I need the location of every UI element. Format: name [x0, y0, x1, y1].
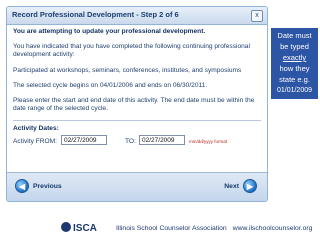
next-button[interactable]: Next ▶: [224, 179, 257, 193]
instruction-text: Please enter the start and end date of t…: [13, 97, 255, 113]
dialog-titlebar: Record Professional Development - Step 2…: [7, 7, 267, 25]
cycle-text: The selected cycle begins on 04/01/2006 …: [13, 81, 208, 89]
org-url[interactable]: www.ilschoolcounselor.org: [233, 225, 313, 232]
activity-dates-heading: Activity Dates:: [13, 125, 59, 133]
warning-text: You are attempting to update your profes…: [13, 28, 206, 35]
arrow-left-icon: ◀: [15, 179, 29, 193]
nav-bar: ◀ Previous Next ▶: [7, 172, 267, 201]
date-format-note: Date must be typed exactly how they stat…: [271, 28, 318, 99]
intro-text: You have indicated that you have complet…: [13, 43, 250, 59]
divider: [13, 120, 261, 122]
from-date-input[interactable]: 02/27/2009: [61, 134, 107, 145]
dialog-title: Record Professional Development - Step 2…: [12, 10, 179, 19]
previous-label: Previous: [33, 182, 62, 190]
note-example: 01/01/2009: [276, 87, 313, 94]
to-date-input[interactable]: 02/27/2009: [139, 134, 185, 145]
note-line-1: Date must: [277, 31, 312, 40]
from-label: Activity FROM:: [13, 137, 57, 145]
note-line-4: how they: [279, 64, 310, 73]
note-line-5: state e.g.: [279, 75, 310, 84]
previous-button[interactable]: ◀ Previous: [15, 179, 62, 193]
record-pd-dialog: Record Professional Development - Step 2…: [6, 6, 268, 202]
format-hint: mm/dd/yyyy format: [189, 138, 228, 144]
close-icon[interactable]: x: [251, 10, 263, 22]
svg-text:ISCA: ISCA: [73, 223, 97, 233]
note-line-3: exactly: [282, 53, 307, 62]
activity-text: Participated at workshops, seminars, con…: [13, 66, 242, 74]
isca-logo: ISCA: [60, 221, 112, 233]
dialog-content: You are attempting to update your profes…: [13, 28, 261, 150]
dates-row: Activity FROM: 02/27/2009 TO: 02/27/2009…: [13, 134, 261, 150]
footer-text: Illinois School Counselor Association www…: [116, 225, 312, 232]
org-name: Illinois School Counselor Association: [116, 225, 227, 232]
next-label: Next: [224, 182, 239, 190]
to-label: TO:: [125, 137, 136, 145]
note-line-2: be typed: [280, 42, 309, 51]
arrow-right-icon: ▶: [243, 179, 257, 193]
